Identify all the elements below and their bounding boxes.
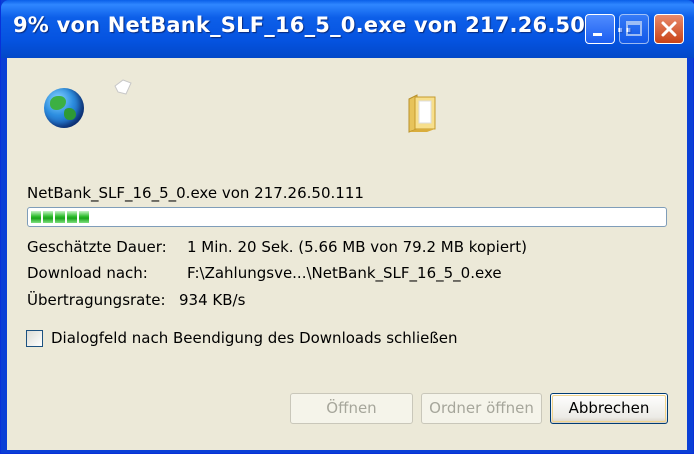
progress-block — [79, 211, 89, 223]
download-dialog-window: 9% von NetBank_SLF_16_5_0.exe von 217.26… — [0, 0, 694, 454]
close-button[interactable] — [654, 14, 684, 44]
globe-icon — [44, 88, 84, 128]
title-bar[interactable]: 9% von NetBank_SLF_16_5_0.exe von 217.26… — [1, 0, 694, 58]
download-progress-bar — [27, 207, 667, 227]
download-target-label: Download nach: — [27, 264, 148, 282]
close-icon — [661, 21, 677, 37]
maximize-button[interactable] — [619, 14, 649, 44]
dialog-body: NetBank_SLF_16_5_0.exe von 217.26.50.111… — [7, 58, 687, 450]
estimated-time-value: 1 Min. 20 Sek. (5.66 MB von 79.2 MB kopi… — [187, 238, 527, 256]
close-on-finish-checkbox[interactable] — [26, 330, 43, 347]
document-icon — [114, 79, 132, 95]
cancel-button[interactable]: Abbrechen — [550, 393, 668, 424]
file-source-text: NetBank_SLF_16_5_0.exe von 217.26.50.111 — [27, 184, 364, 202]
estimated-time-label: Geschätzte Dauer: — [27, 238, 167, 256]
download-target-value: F:\Zahlungsve...\NetBank_SLF_16_5_0.exe — [187, 264, 502, 282]
open-button[interactable]: Öffnen — [290, 393, 413, 424]
progress-block — [55, 211, 65, 223]
progress-fill — [31, 211, 89, 223]
close-on-finish-label[interactable]: Dialogfeld nach Beendigung des Downloads… — [51, 329, 458, 347]
transfer-rate-value: 934 KB/s — [179, 291, 246, 309]
maximize-icon — [626, 21, 642, 36]
folder-icon — [408, 94, 436, 133]
progress-block — [31, 211, 41, 223]
minimize-button[interactable] — [585, 14, 615, 44]
progress-block — [43, 211, 53, 223]
transfer-rate-label: Übertragungsrate: — [27, 291, 166, 309]
window-title: 9% von NetBank_SLF_16_5_0.exe von 217.26… — [13, 13, 633, 37]
progress-block — [67, 211, 77, 223]
minimize-icon — [593, 33, 602, 36]
open-folder-button[interactable]: Ordner öffnen — [421, 393, 542, 424]
